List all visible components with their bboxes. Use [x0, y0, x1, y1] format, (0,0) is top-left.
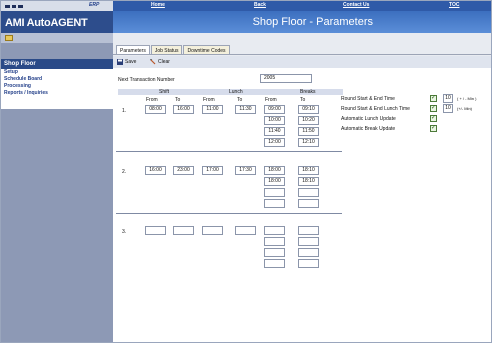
shift-to-header: To — [175, 97, 181, 103]
brand-title: AMI AutoAGENT — [5, 17, 88, 29]
break-from-input[interactable] — [264, 199, 285, 208]
shift-number: 2. — [122, 169, 127, 175]
breaks-to-header: To — [300, 97, 306, 103]
lunch-to-input[interactable]: 11:30 — [235, 105, 256, 114]
auto-break-checkbox[interactable]: ✓ — [430, 125, 437, 132]
save-label: Save — [125, 59, 137, 65]
break-from-input[interactable] — [264, 259, 285, 268]
shift-divider — [116, 151, 342, 152]
page-banner: Shop Floor - Parameters — [113, 11, 491, 33]
break-from-input[interactable]: 12:00 — [264, 138, 285, 147]
logo-bars-icon — [5, 5, 24, 8]
contact-link[interactable]: Contact Us — [343, 2, 369, 8]
auto-lunch-label: Automatic Lunch Update — [341, 116, 396, 122]
home-link[interactable]: Home — [151, 2, 165, 8]
shift-from-header: From — [146, 97, 158, 103]
break-to-input[interactable] — [298, 188, 319, 197]
shift-to-input[interactable]: 23:00 — [173, 166, 194, 175]
toolbar: Save Clear — [113, 56, 491, 68]
break-to-input[interactable] — [298, 259, 319, 268]
break-from-input[interactable]: 09:00 — [264, 105, 285, 114]
break-from-input[interactable] — [264, 248, 285, 257]
next-transaction-input[interactable]: 2005 — [260, 74, 312, 83]
page-title: Shop Floor - Parameters — [252, 16, 373, 28]
shift-divider — [116, 213, 342, 214]
break-to-input[interactable] — [298, 199, 319, 208]
parameters-panel: Next Transaction Number 2005 Shift Lunch… — [113, 68, 491, 342]
sidebar-menu: Setup Schedule Board Processing Reports … — [1, 69, 113, 109]
sidebar: Shop Floor Setup Schedule Board Processi… — [1, 33, 113, 342]
shift-number: 3. — [122, 229, 127, 235]
back-link[interactable]: Back — [254, 2, 266, 8]
save-button[interactable]: Save — [116, 57, 136, 67]
lunch-header: Lunch — [229, 89, 243, 95]
lunch-from-input[interactable]: 17:00 — [202, 166, 223, 175]
lunch-from-header: From — [203, 97, 215, 103]
break-to-input[interactable]: 18:10 — [298, 177, 319, 186]
shift-number: 1. — [122, 108, 127, 114]
break-to-input[interactable]: 10:20 — [298, 116, 319, 125]
sidebar-header — [1, 33, 113, 43]
floppy-icon — [117, 59, 123, 65]
auto-lunch-checkbox[interactable]: ✓ — [430, 115, 437, 122]
break-from-input[interactable] — [264, 237, 285, 246]
round-time-unit: ( + / - Min ) — [457, 96, 477, 101]
round-time-checkbox[interactable]: ✓ — [430, 95, 437, 102]
break-from-input[interactable]: 18:00 — [264, 177, 285, 186]
break-from-input[interactable]: 11:40 — [264, 127, 285, 136]
breaks-from-header: From — [265, 97, 277, 103]
lunch-to-header: To — [237, 97, 243, 103]
break-to-input[interactable] — [298, 237, 319, 246]
break-to-input[interactable] — [298, 226, 319, 235]
shift-header: Shift — [159, 89, 170, 95]
sidebar-item-schedule-board[interactable]: Schedule Board — [1, 76, 113, 83]
break-from-input[interactable]: 10:00 — [264, 116, 285, 125]
top-nav: ERP Home Back Contact Us TOC — [1, 1, 491, 11]
break-from-input[interactable] — [264, 226, 285, 235]
shift-from-input[interactable]: 16:00 — [145, 166, 166, 175]
break-to-input[interactable]: 09:10 — [298, 105, 319, 114]
shift-from-input[interactable]: 08:00 — [145, 105, 166, 114]
round-lunch-label: Round Start & End Lunch Time — [341, 106, 410, 112]
break-from-input[interactable] — [264, 188, 285, 197]
break-to-input[interactable]: 11:50 — [298, 127, 319, 136]
lunch-to-input[interactable] — [235, 226, 256, 235]
breaks-header: Breaks — [300, 89, 316, 95]
break-to-input[interactable] — [298, 248, 319, 257]
sidebar-item-reports[interactable]: Reports / Inquiries — [1, 90, 113, 97]
shift-to-input[interactable] — [173, 226, 194, 235]
round-lunch-checkbox[interactable]: ✓ — [430, 105, 437, 112]
sidebar-item-setup[interactable]: Setup — [1, 69, 113, 76]
lunch-from-input[interactable] — [202, 226, 223, 235]
shift-to-input[interactable]: 16:00 — [173, 105, 194, 114]
clear-label: Clear — [158, 59, 170, 65]
break-from-input[interactable]: 18:00 — [264, 166, 285, 175]
tab-divider — [113, 54, 491, 55]
folder-icon[interactable] — [5, 35, 13, 41]
logo-area: ERP — [1, 1, 113, 11]
round-lunch-minutes-input[interactable]: 10 — [443, 104, 453, 113]
clear-button[interactable]: Clear — [149, 57, 170, 67]
next-transaction-label: Next Transaction Number — [118, 77, 175, 83]
round-time-label: Round Start & End Time — [341, 96, 395, 102]
lunch-from-input[interactable]: 11:00 — [202, 105, 223, 114]
break-to-input[interactable]: 12:10 — [298, 138, 319, 147]
broom-icon — [150, 59, 156, 65]
shift-from-input[interactable] — [145, 226, 166, 235]
break-to-input[interactable]: 18:10 — [298, 166, 319, 175]
lunch-to-input[interactable]: 17:30 — [235, 166, 256, 175]
round-time-minutes-input[interactable]: 10 — [443, 94, 453, 103]
brand-header: AMI AutoAGENT — [1, 11, 113, 33]
main-content: Parameters Job Status Downtime Codes Sav… — [113, 33, 491, 342]
sidebar-item-processing[interactable]: Processing — [1, 83, 113, 90]
sidebar-section-title[interactable]: Shop Floor — [1, 59, 113, 69]
round-lunch-unit: (+/- Min) — [457, 106, 472, 111]
toc-link[interactable]: TOC — [449, 2, 459, 8]
app-window: ERP Home Back Contact Us TOC AMI AutoAGE… — [0, 0, 492, 343]
erp-label: ERP — [89, 2, 100, 8]
auto-break-label: Automatic Break Update — [341, 126, 396, 132]
